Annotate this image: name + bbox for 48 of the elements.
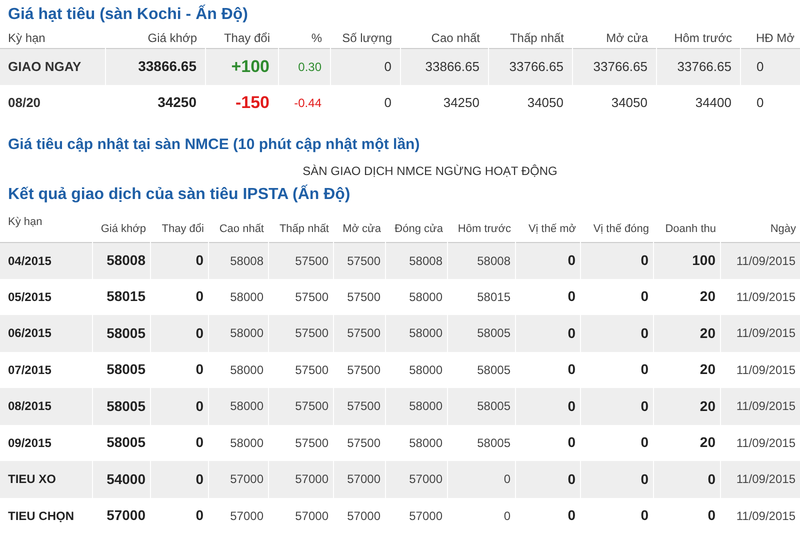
table-cell: 0 — [330, 85, 400, 120]
column-header: Kỳ hạn — [0, 210, 92, 242]
table-cell: -0.44 — [278, 85, 330, 120]
column-header: Cao nhất — [208, 210, 268, 242]
column-header: Mở cửa — [333, 210, 385, 242]
table-cell: 57000 — [92, 498, 150, 534]
column-header: Thấp nhất — [268, 210, 333, 242]
table-cell: 11/09/2015 — [720, 498, 800, 534]
table-cell: 34250 — [105, 85, 205, 120]
table-cell: 08/20 — [0, 85, 105, 120]
column-header: Vị thế đóng — [580, 210, 653, 242]
column-header: Doanh thu — [653, 210, 720, 242]
section-title: Giá hạt tiêu (sàn Kochi - Ấn Độ) — [7, 4, 250, 25]
table-cell: 0 — [447, 498, 515, 534]
table-cell: 0 — [653, 498, 720, 534]
table-cell: TIEU CHỌN — [0, 498, 92, 534]
section-title: Giá tiêu cập nhật tại sàn NMCE (10 phút cập nhật một lần) — [7, 135, 421, 155]
column-header: Kỳ hạn — [0, 28, 105, 48]
column-header: Cao nhất — [400, 28, 488, 48]
table-cell: 0 — [580, 498, 653, 534]
table-cell: 0 — [515, 498, 580, 534]
column-header: % — [278, 28, 330, 48]
table-cell: 57000 — [385, 498, 447, 534]
column-header: Hôm trước — [447, 210, 515, 242]
table-cell: 34050 — [488, 85, 572, 120]
table-cell: 0 — [740, 85, 800, 120]
table-cell: -150 — [205, 85, 278, 120]
column-header: Hôm trước — [656, 28, 740, 48]
column-header: Vị thế mở — [515, 210, 580, 242]
column-header: Đóng cửa — [385, 210, 447, 242]
column-header: Thấp nhất — [488, 28, 572, 48]
section-title: Kết quả giao dịch của sàn tiêu IPSTA (Ấn Độ) — [7, 184, 352, 205]
column-header: Thay đổi — [150, 210, 208, 242]
table-cell: 57000 — [208, 498, 268, 534]
column-header: Mở cửa — [572, 28, 656, 48]
column-header: Thay đổi — [205, 28, 278, 48]
table-cell: 34250 — [400, 85, 488, 120]
column-header: Số lượng — [330, 28, 400, 48]
column-header: Ngày — [720, 210, 800, 242]
column-header: HĐ Mở — [740, 28, 800, 48]
table-cell: 57000 — [333, 498, 385, 534]
table-cell: 34400 — [656, 85, 740, 120]
status-notice: SÀN GIAO DỊCH NMCE NGỪNG HOẠT ĐỘNG — [302, 163, 558, 180]
table-cell: 57000 — [268, 498, 333, 534]
column-header: Giá khớp — [105, 28, 205, 48]
table-cell: 0 — [150, 498, 208, 534]
table-cell: 34050 — [572, 85, 656, 120]
column-header: Giá khớp — [92, 210, 150, 242]
